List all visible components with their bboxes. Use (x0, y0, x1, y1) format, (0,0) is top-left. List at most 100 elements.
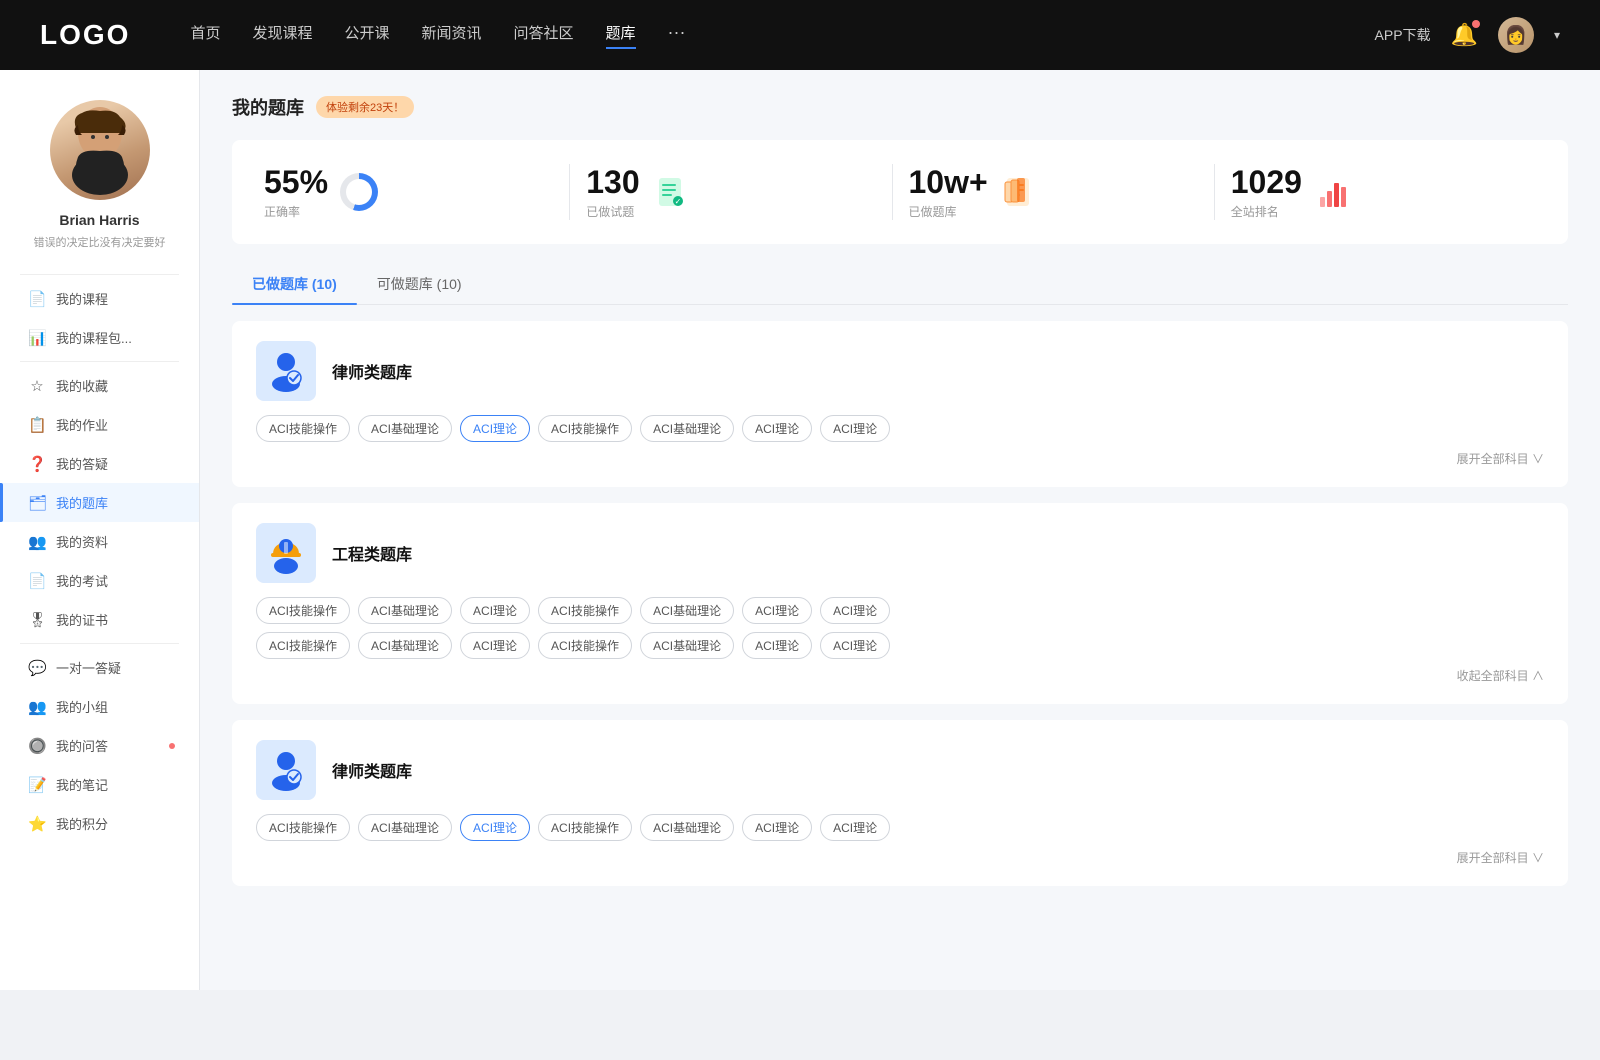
sidebar-item-my-points[interactable]: ⭐ 我的积分 (0, 804, 199, 843)
collapse-engineer-1[interactable]: 收起全部科目 ∧ (256, 667, 1544, 684)
tag-2-active[interactable]: ACI理论 (460, 415, 530, 442)
sidebar-item-label: 我的问答 (56, 736, 108, 755)
sidebar-item-my-answers[interactable]: 🔘 我的问答 (0, 726, 199, 765)
sidebar-item-my-data[interactable]: 👥 我的资料 (0, 522, 199, 561)
stat-label-correct-rate: 正确率 (264, 203, 328, 220)
l2-tag-6[interactable]: ACI理论 (820, 814, 890, 841)
sidebar-item-label: 一对一答疑 (56, 658, 121, 677)
sidebar-divider-1 (20, 274, 179, 275)
eng-tag-r1-0[interactable]: ACI技能操作 (256, 597, 350, 624)
stat-value-done-questions: 130 (586, 164, 639, 201)
sidebar-item-label: 我的课程包... (56, 328, 132, 347)
tab-done-banks[interactable]: 已做题库 (10) (232, 264, 357, 304)
sidebar-item-my-favorites[interactable]: ☆ 我的收藏 (0, 366, 199, 405)
tag-3[interactable]: ACI技能操作 (538, 415, 632, 442)
tag-1[interactable]: ACI基础理论 (358, 415, 452, 442)
sidebar-item-label: 我的小组 (56, 697, 108, 716)
sidebar-item-label: 我的答疑 (56, 454, 108, 473)
main-content: 我的题库 体验剩余23天！ 55% 正确率 130 已做试题 (200, 70, 1600, 990)
stat-value-done-banks: 10w+ (909, 164, 988, 201)
bank-icon: 🗂 (28, 494, 46, 512)
engineer-icon-1 (256, 523, 316, 583)
nav-news[interactable]: 新闻资讯 (422, 22, 482, 49)
expand-lawyer-2[interactable]: 展开全部科目 ∨ (256, 849, 1544, 866)
expand-lawyer-1[interactable]: 展开全部科目 ∨ (256, 450, 1544, 467)
sidebar-item-label: 我的课程 (56, 289, 108, 308)
doc-green-icon: ✓ (652, 173, 690, 211)
bar-chart-icon (1314, 173, 1352, 211)
eng-tag-r2-0[interactable]: ACI技能操作 (256, 632, 350, 659)
sidebar-username: Brian Harris (59, 212, 139, 228)
stat-label-done-questions: 已做试题 (586, 203, 639, 220)
eng-tag-r2-6[interactable]: ACI理论 (820, 632, 890, 659)
eng-tag-r1-6[interactable]: ACI理论 (820, 597, 890, 624)
exam-icon: 📄 (28, 572, 46, 590)
sidebar: Brian Harris 错误的决定比没有决定要好 📄 我的课程 📊 我的课程包… (0, 70, 200, 990)
qbank-card-engineer-1: 工程类题库 ACI技能操作 ACI基础理论 ACI理论 ACI技能操作 ACI基… (232, 503, 1568, 704)
eng-tag-r1-3[interactable]: ACI技能操作 (538, 597, 632, 624)
sidebar-item-label: 我的作业 (56, 415, 108, 434)
eng-tag-r2-3[interactable]: ACI技能操作 (538, 632, 632, 659)
nav-app-download[interactable]: APP下载 (1375, 25, 1431, 45)
answers-icon: 🔘 (28, 737, 46, 755)
avatar-chevron-icon[interactable]: ▾ (1554, 28, 1560, 42)
notes-icon: 📝 (28, 776, 46, 794)
eng-tag-r2-1[interactable]: ACI基础理论 (358, 632, 452, 659)
eng-tag-r1-1[interactable]: ACI基础理论 (358, 597, 452, 624)
stat-done-questions: 130 已做试题 ✓ (570, 164, 892, 220)
sidebar-item-label: 我的收藏 (56, 376, 108, 395)
tag-4[interactable]: ACI基础理论 (640, 415, 734, 442)
points-icon: ⭐ (28, 815, 46, 833)
nav-links: 首页 发现课程 公开课 新闻资讯 问答社区 题库 ··· (190, 22, 1374, 49)
eng-tag-r2-5[interactable]: ACI理论 (742, 632, 812, 659)
tag-5[interactable]: ACI理论 (742, 415, 812, 442)
sidebar-item-my-bank[interactable]: 🗂 我的题库 (0, 483, 199, 522)
stat-value-correct-rate: 55% (264, 164, 328, 201)
bell-button[interactable]: 🔔 (1451, 22, 1478, 48)
l2-tag-3[interactable]: ACI技能操作 (538, 814, 632, 841)
tag-0[interactable]: ACI技能操作 (256, 415, 350, 442)
nav-open-courses[interactable]: 公开课 (344, 22, 389, 49)
user-avatar[interactable]: 👩 (1498, 17, 1534, 53)
avatar-image (60, 105, 140, 195)
tag-6[interactable]: ACI理论 (820, 415, 890, 442)
tab-available-banks[interactable]: 可做题库 (10) (357, 264, 482, 304)
nav-home[interactable]: 首页 (190, 22, 220, 49)
sidebar-avatar[interactable] (50, 100, 150, 200)
sidebar-item-my-packages[interactable]: 📊 我的课程包... (0, 318, 199, 357)
page-title: 我的题库 (232, 94, 304, 120)
eng-tag-r1-2[interactable]: ACI理论 (460, 597, 530, 624)
sidebar-item-label: 我的考试 (56, 571, 108, 590)
l2-tag-4[interactable]: ACI基础理论 (640, 814, 734, 841)
nav-discover[interactable]: 发现课程 (252, 22, 312, 49)
sidebar-item-my-group[interactable]: 👥 我的小组 (0, 687, 199, 726)
sidebar-item-my-homework[interactable]: 📋 我的作业 (0, 405, 199, 444)
bell-notification-dot (1472, 20, 1480, 28)
l2-tag-1[interactable]: ACI基础理论 (358, 814, 452, 841)
doc-orange-icon (1000, 173, 1038, 211)
sidebar-item-my-notes[interactable]: 📝 我的笔记 (0, 765, 199, 804)
eng-tag-r2-2[interactable]: ACI理论 (460, 632, 530, 659)
eng-tag-r1-5[interactable]: ACI理论 (742, 597, 812, 624)
nav-qbank[interactable]: 题库 (606, 22, 636, 49)
eng-tag-r1-4[interactable]: ACI基础理论 (640, 597, 734, 624)
l2-tag-5[interactable]: ACI理论 (742, 814, 812, 841)
sidebar-item-my-qna[interactable]: ❓ 我的答疑 (0, 444, 199, 483)
lawyer-icon-1 (256, 341, 316, 401)
l2-tag-2-active[interactable]: ACI理论 (460, 814, 530, 841)
bar-chart-visual (1320, 179, 1346, 207)
pie-chart-icon (340, 173, 378, 211)
page-wrapper: Brian Harris 错误的决定比没有决定要好 📄 我的课程 📊 我的课程包… (0, 70, 1600, 990)
l2-tag-0[interactable]: ACI技能操作 (256, 814, 350, 841)
sidebar-item-my-cert[interactable]: 🎖 我的证书 (0, 600, 199, 639)
sidebar-item-label: 我的积分 (56, 814, 108, 833)
sidebar-item-one-on-one[interactable]: 💬 一对一答疑 (0, 648, 199, 687)
eng-tag-r2-4[interactable]: ACI基础理论 (640, 632, 734, 659)
nav-qa[interactable]: 问答社区 (514, 22, 574, 49)
stat-label-rank: 全站排名 (1231, 203, 1302, 220)
sidebar-item-my-exam[interactable]: 📄 我的考试 (0, 561, 199, 600)
sidebar-item-my-courses[interactable]: 📄 我的课程 (0, 279, 199, 318)
logo[interactable]: LOGO (40, 19, 130, 51)
courses-icon: 📄 (28, 290, 46, 308)
nav-more[interactable]: ··· (668, 22, 686, 49)
